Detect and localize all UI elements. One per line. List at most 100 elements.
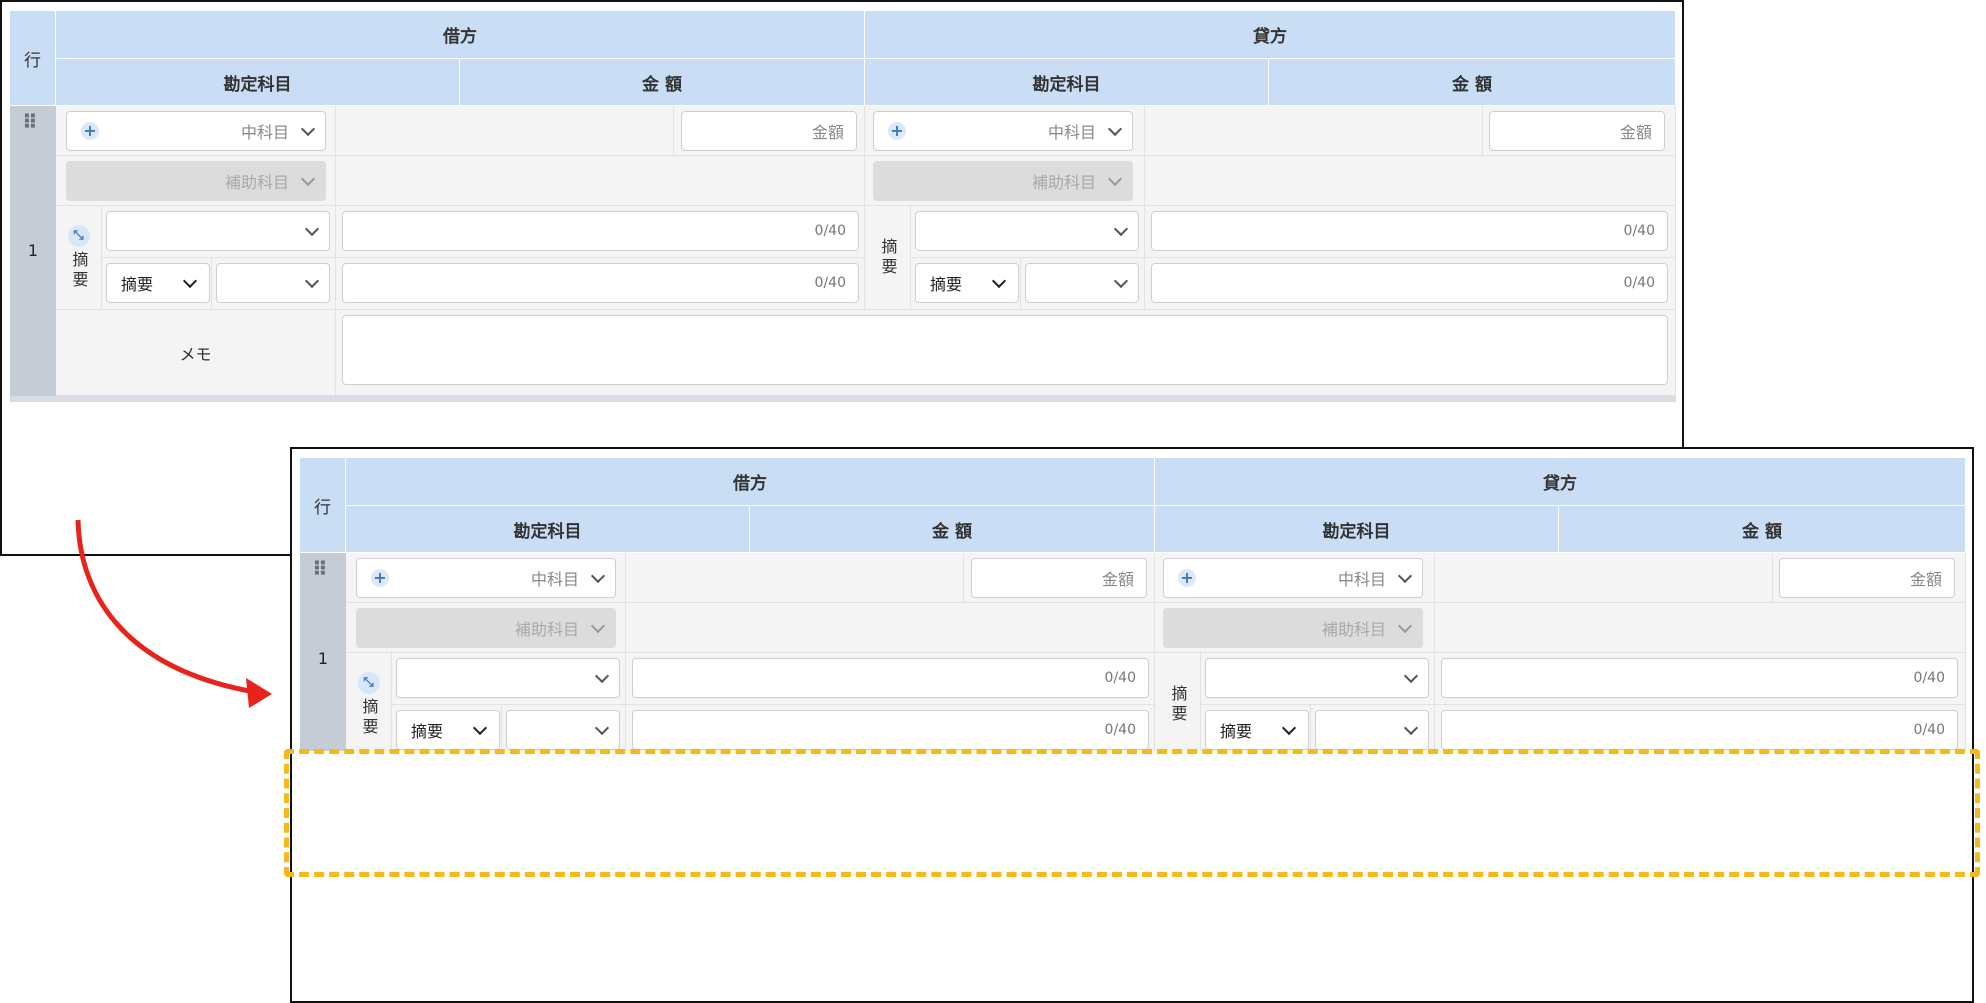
row-header: 行 — [10, 11, 56, 106]
journal-entry-table: 行 借方 貸方 勘定科目 金 額 勘定科目 金 額 ⠿ 1 + 中科目 金額 +… — [2, 2, 1682, 402]
credit-amount-input[interactable]: 金額 — [1779, 558, 1955, 598]
drag-handle-icon[interactable]: ⠿ — [312, 559, 328, 579]
debit-summary-sub-cell — [502, 705, 626, 751]
debit-account-header: 勘定科目 — [346, 506, 750, 553]
plus-icon: + — [888, 122, 906, 140]
debit-sub-account-placeholder: 補助科目 — [514, 620, 579, 639]
debit-amount-input[interactable]: 金額 — [971, 558, 1147, 598]
chevron-down-icon — [182, 273, 198, 288]
debit-summary-sub-select[interactable] — [506, 710, 620, 750]
char-counter: 0/40 — [1623, 275, 1655, 291]
chevron-down-icon — [300, 121, 316, 136]
credit-summary-select-cell — [911, 206, 1145, 258]
credit-summary-sub-select[interactable] — [1315, 710, 1429, 750]
credit-summary-select[interactable] — [915, 211, 1139, 251]
debit-summary-text-cell: 0/40 — [336, 206, 865, 258]
debit-sub-blank-cell — [336, 156, 865, 206]
debit-account-cell: + 中科目 — [346, 553, 626, 603]
credit-sub-account-select[interactable]: 補助科目 — [1163, 608, 1423, 648]
char-counter: 0/40 — [814, 275, 846, 291]
credit-account-header: 勘定科目 — [1155, 506, 1559, 553]
debit-amount-input[interactable]: 金額 — [681, 111, 857, 151]
debit-mid-account-placeholder: 中科目 — [530, 570, 579, 589]
summary-type-value: 摘要 — [930, 275, 963, 294]
credit-sub-blank-cell — [1435, 603, 1966, 653]
plus-icon: + — [371, 569, 389, 587]
debit-sub-account-select[interactable]: 補助科目 — [66, 161, 326, 201]
debit-summary-input-1[interactable]: 0/40 — [632, 658, 1149, 698]
debit-sub-account-cell: 補助科目 — [346, 603, 626, 653]
debit-summary-label: 摘要 — [359, 697, 379, 738]
credit-summary-type-select[interactable]: 摘要 — [915, 263, 1019, 303]
collapse-icon[interactable]: ⤡ — [67, 224, 90, 247]
credit-summary-type-select[interactable]: 摘要 — [1205, 710, 1309, 750]
chevron-down-icon — [1403, 720, 1419, 735]
debit-mid-account-select[interactable]: + 中科目 — [356, 558, 616, 598]
drag-handle-icon[interactable]: ⠿ — [22, 112, 38, 132]
credit-summary-select-cell — [1201, 653, 1435, 705]
debit-mid-account-select[interactable]: + 中科目 — [66, 111, 326, 151]
credit-summary-sub-cell — [1311, 705, 1435, 751]
debit-summary-select[interactable] — [396, 658, 620, 698]
summary-type-value: 摘要 — [411, 722, 444, 741]
credit-account-cell: + 中科目 — [865, 106, 1145, 156]
debit-summary-input-2[interactable]: 0/40 — [632, 710, 1149, 750]
plus-icon: + — [1178, 569, 1196, 587]
credit-sub-account-placeholder: 補助科目 — [1321, 620, 1386, 639]
memo-textarea[interactable] — [342, 315, 1668, 385]
credit-amount-input[interactable]: 金額 — [1489, 111, 1665, 151]
debit-sub-account-placeholder: 補助科目 — [224, 173, 289, 192]
row-number-column: ⠿ 1 — [10, 106, 56, 396]
debit-summary-sub-select[interactable] — [216, 263, 330, 303]
credit-summary-type-cell: 摘要 — [911, 258, 1021, 310]
chevron-down-icon — [304, 273, 320, 288]
debit-summary-text-cell: 0/40 — [626, 653, 1155, 705]
credit-sub-account-select[interactable]: 補助科目 — [873, 161, 1133, 201]
debit-summary-type-select[interactable]: 摘要 — [106, 263, 210, 303]
credit-summary-input-1[interactable]: 0/40 — [1441, 658, 1958, 698]
debit-sub-blank-cell — [626, 603, 1155, 653]
debit-amount-header: 金 額 — [750, 506, 1155, 553]
credit-account-header: 勘定科目 — [865, 59, 1269, 106]
credit-summary-text-cell: 0/40 — [1435, 653, 1966, 705]
table-bottom-border — [10, 396, 1676, 402]
chevron-down-icon — [1281, 720, 1297, 735]
chevron-down-icon — [991, 273, 1007, 288]
debit-amount-cell: 金額 — [674, 106, 865, 156]
credit-summary-input-1[interactable]: 0/40 — [1151, 211, 1668, 251]
debit-account-cell: + 中科目 — [56, 106, 336, 156]
chevron-down-icon — [1397, 568, 1413, 583]
debit-amount-header: 金 額 — [460, 59, 865, 106]
credit-summary-input-2[interactable]: 0/40 — [1441, 710, 1958, 750]
chevron-down-icon — [1397, 618, 1413, 633]
credit-amount-cell: 金額 — [1773, 553, 1966, 603]
memo-label: メモ — [56, 310, 336, 396]
credit-mid-account-select[interactable]: + 中科目 — [1163, 558, 1423, 598]
credit-amount-cell: 金額 — [1483, 106, 1676, 156]
chevron-down-icon — [1107, 121, 1123, 136]
collapse-icon[interactable]: ⤡ — [357, 671, 380, 694]
debit-summary-input-1[interactable]: 0/40 — [342, 211, 859, 251]
credit-summary-label: 摘要 — [1168, 684, 1188, 725]
credit-sub-blank-cell — [1145, 156, 1676, 206]
credit-summary-sub-select[interactable] — [1025, 263, 1139, 303]
chevron-down-icon — [1113, 273, 1129, 288]
row-number: 1 — [27, 241, 39, 260]
chevron-down-icon — [590, 618, 606, 633]
credit-summary-input-2[interactable]: 0/40 — [1151, 263, 1668, 303]
credit-summary-text-cell-2: 0/40 — [1145, 258, 1676, 310]
debit-sub-account-select[interactable]: 補助科目 — [356, 608, 616, 648]
debit-summary-select[interactable] — [106, 211, 330, 251]
credit-mid-account-select[interactable]: + 中科目 — [873, 111, 1133, 151]
credit-summary-select[interactable] — [1205, 658, 1429, 698]
debit-summary-input-2[interactable]: 0/40 — [342, 263, 859, 303]
debit-sub-account-cell: 補助科目 — [56, 156, 336, 206]
debit-summary-type-select[interactable]: 摘要 — [396, 710, 500, 750]
char-counter: 0/40 — [1913, 722, 1945, 738]
credit-summary-label-cell: 摘要 — [1155, 653, 1201, 751]
chevron-down-icon — [300, 171, 316, 186]
credit-account-cell: + 中科目 — [1155, 553, 1435, 603]
chevron-down-icon — [1107, 171, 1123, 186]
debit-summary-sub-cell — [212, 258, 336, 310]
char-counter: 0/40 — [1623, 223, 1655, 239]
